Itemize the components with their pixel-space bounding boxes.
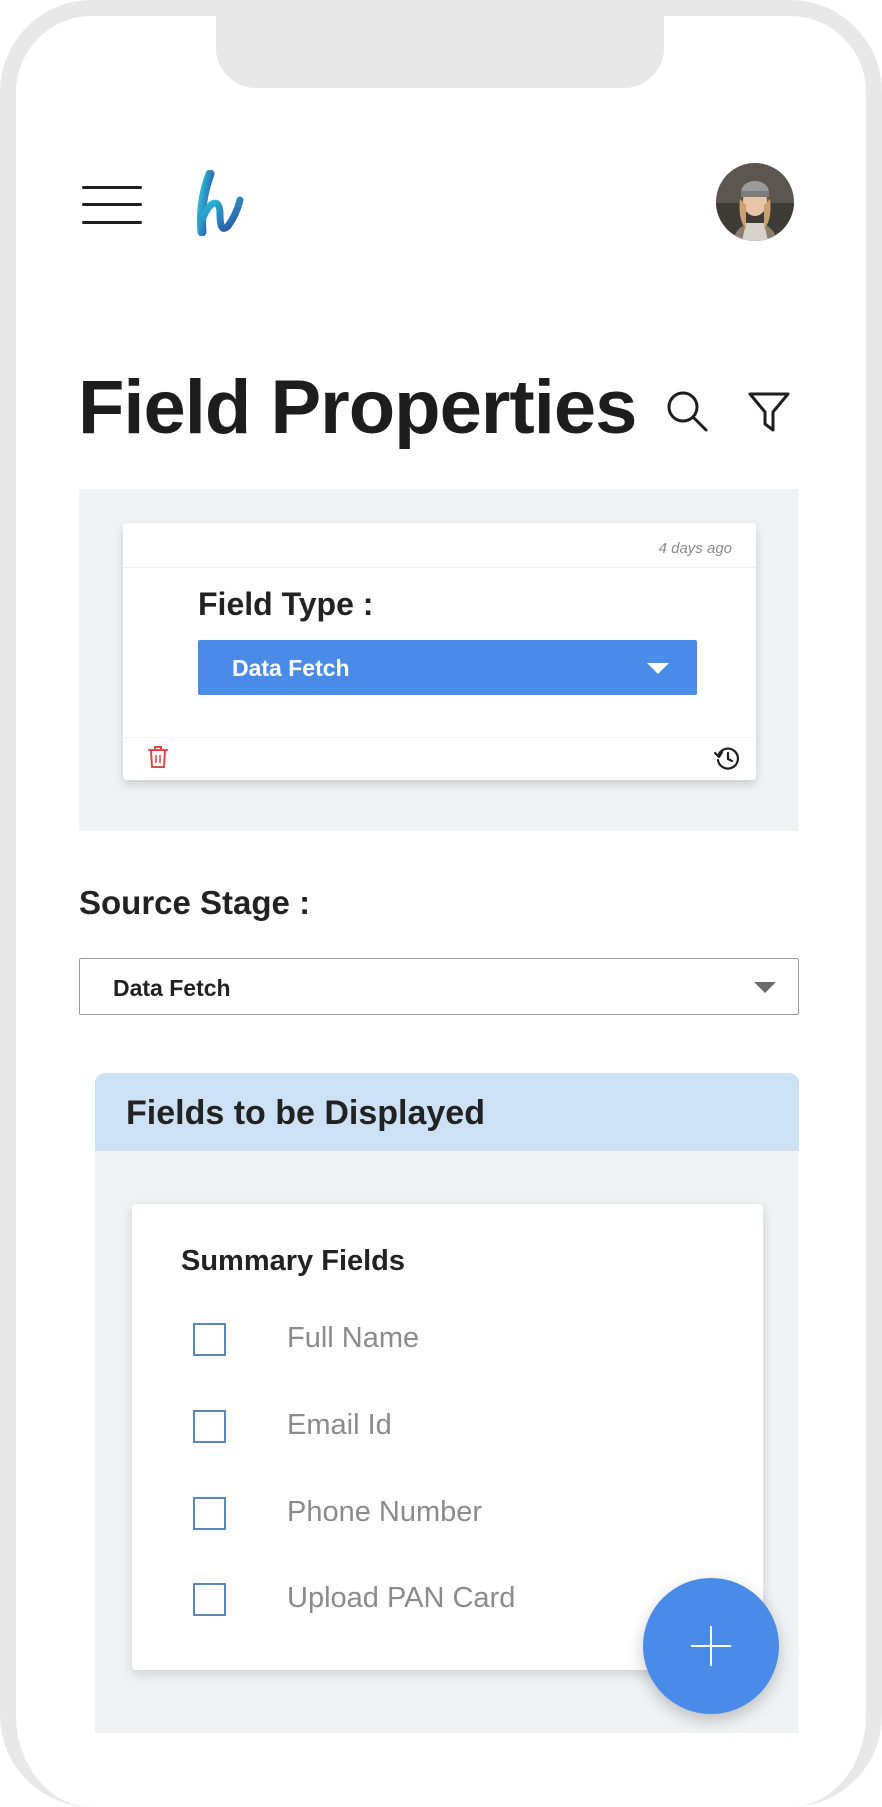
user-avatar[interactable] [716, 163, 794, 241]
chevron-down-icon [647, 663, 669, 674]
fields-panel-title: Fields to be Displayed [126, 1094, 485, 1132]
card-divider [123, 737, 756, 738]
checkbox[interactable] [193, 1497, 226, 1530]
plus-icon [691, 1626, 731, 1666]
card-timestamp: 4 days ago [658, 540, 732, 557]
summary-fields-title: Summary Fields [181, 1245, 406, 1277]
field-option-label: Full Name [287, 1322, 420, 1354]
field-option-label: Upload PAN Card [287, 1582, 516, 1614]
source-stage-label: Source Stage : [79, 884, 311, 921]
checkbox[interactable] [193, 1323, 226, 1356]
history-icon[interactable] [714, 745, 740, 771]
chevron-down-icon [754, 982, 776, 993]
field-option-phone-number[interactable]: Phone Number [193, 1494, 713, 1534]
field-option-full-name[interactable]: Full Name [193, 1320, 713, 1360]
search-icon[interactable] [664, 388, 710, 434]
field-option-label: Email Id [287, 1409, 392, 1441]
source-stage-dropdown[interactable]: Data Fetch [79, 958, 799, 1015]
checkbox[interactable] [193, 1583, 226, 1616]
field-type-label: Field Type : [198, 586, 374, 622]
field-type-card: 4 days ago Field Type : Data Fetch [123, 523, 756, 780]
hamburger-menu-icon[interactable] [82, 186, 142, 224]
field-option-label: Phone Number [287, 1496, 483, 1528]
brand-logo-icon [197, 170, 244, 236]
source-stage-selected-value: Data Fetch [113, 975, 231, 1001]
trash-icon[interactable] [147, 745, 169, 769]
add-field-button[interactable] [643, 1578, 779, 1714]
avatar-photo [716, 163, 794, 241]
phone-notch [216, 0, 664, 88]
field-option-email-id[interactable]: Email Id [193, 1407, 713, 1447]
fields-panel-header: Fields to be Displayed [95, 1073, 799, 1151]
filter-icon[interactable] [746, 388, 792, 434]
checkbox[interactable] [193, 1410, 226, 1443]
field-type-selected-value: Data Fetch [232, 655, 350, 681]
field-type-dropdown[interactable]: Data Fetch [198, 640, 697, 695]
card-divider [123, 567, 756, 568]
page-title: Field Properties [78, 365, 637, 450]
field-option-upload-pan-card[interactable]: Upload PAN Card [193, 1580, 713, 1620]
app-screen: Field Properties 4 days ago Field Type :… [0, 0, 882, 1807]
